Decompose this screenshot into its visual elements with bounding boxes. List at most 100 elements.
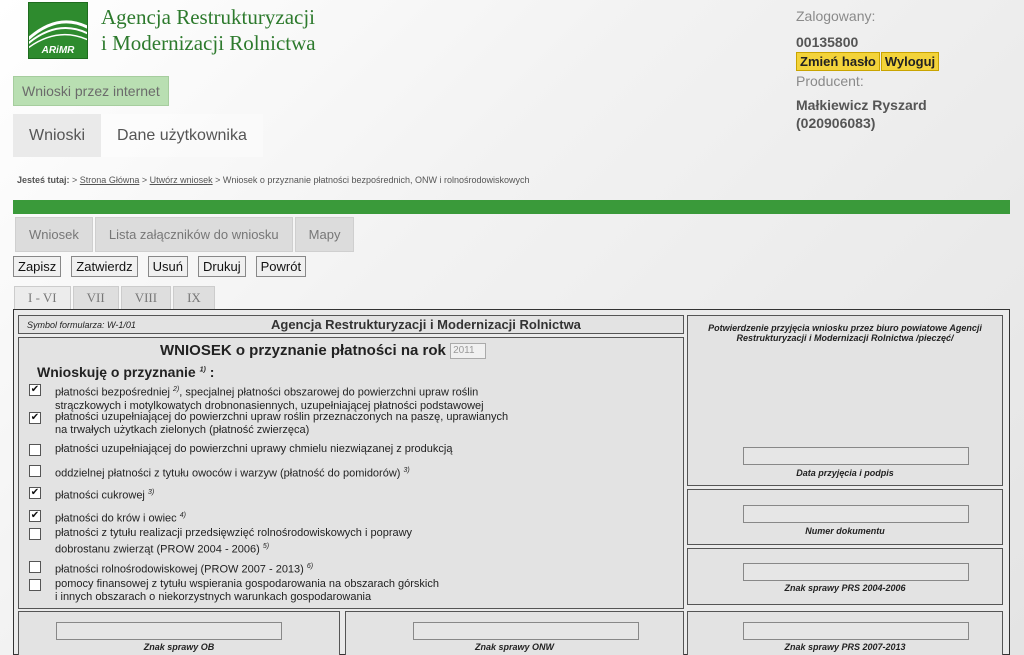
payment-option: ✔ płatności do krów i owiec 4) <box>29 509 186 526</box>
application-tabs: Wniosek Lista załączników do wniosku Map… <box>15 217 355 252</box>
date-signature-field[interactable] <box>743 447 969 465</box>
payment-option-label: pomocy finansowej z tytułu wspierania go… <box>55 578 439 604</box>
form-symbol: Symbol formularza: W-1/01 <box>27 320 136 330</box>
ob-field[interactable] <box>56 622 282 640</box>
payment-option-line2-text: i innych obszarach o niekorzystnych waru… <box>55 591 372 603</box>
producer-label: Producent: <box>796 73 864 89</box>
tab-wnioski[interactable]: Wnioski <box>13 114 102 157</box>
doc-number-field[interactable] <box>743 505 969 523</box>
payment-option: ✔ płatności uzupełniającej do powierzchni… <box>29 411 508 437</box>
green-divider <box>13 200 1010 214</box>
payment-option-checkbox[interactable] <box>29 579 41 591</box>
tab-application[interactable]: Wniosek <box>15 217 93 252</box>
tab-section-1-6[interactable]: I - VI <box>14 286 71 310</box>
payment-option-line2-text: strączkowych i motylkowatych drobnonasie… <box>55 399 484 412</box>
confirmation-panel: Potwierdzenie przyjęcia wniosku przez bi… <box>687 315 1003 486</box>
onw-panel: Znak sprawy ONW <box>345 611 684 655</box>
payment-option: płatności z tytułu realizacji przedsięwz… <box>29 527 412 557</box>
prs-2004-field[interactable] <box>743 563 969 581</box>
onw-field[interactable] <box>413 622 639 640</box>
payment-option-checkbox[interactable] <box>29 444 41 456</box>
payment-option-checkbox[interactable] <box>29 528 41 540</box>
form-subtitle: Wnioskuję o przyznanie 1) : <box>37 364 214 380</box>
producer-id: (020906083) <box>796 115 876 131</box>
payment-option-line1: płatności uzupełniającej do powierzchni … <box>55 443 452 456</box>
user-box: Zalogowany: 00135800 Zmień hasło Wyloguj … <box>796 8 1006 133</box>
payment-option-line1-text: oddzielnej płatności z tytułu owoców i w… <box>55 467 401 480</box>
arimr-logo: ARiMR <box>28 2 88 59</box>
onw-label: Znak sprawy ONW <box>474 642 555 652</box>
payment-option-line1-text: płatności rolnośrodowiskowej (PROW 2007 … <box>55 563 304 576</box>
change-password-button[interactable]: Zmień hasło <box>796 52 880 71</box>
back-button[interactable]: Powrót <box>255 256 307 277</box>
tab-maps[interactable]: Mapy <box>294 217 355 252</box>
payment-option-line2-text: dobrostanu zwierząt (PROW 2004 - 2006) <box>55 543 260 556</box>
payment-option: pomocy finansowej z tytułu wspierania go… <box>29 578 439 604</box>
payment-option-checkbox[interactable]: ✔ <box>29 487 41 499</box>
payment-option-line1-text: płatności uzupełniającej do powierzchni … <box>55 443 453 455</box>
delete-button[interactable]: Usuń <box>147 256 189 277</box>
confirmation-header: Potwierdzenie przyjęcia wniosku przez bi… <box>708 323 982 343</box>
payment-option-label: płatności do krów i owiec 4) <box>55 509 186 526</box>
main-nav: Wnioski Dane użytkownika <box>13 114 263 157</box>
ob-panel: Znak sprawy OB <box>18 611 340 655</box>
prs-2004-label: Znak sprawy PRS 2004-2006 <box>784 583 906 593</box>
payment-option-checkbox[interactable]: ✔ <box>29 510 41 522</box>
section-tabs: I - VI VII VIII IX <box>14 286 215 310</box>
payment-option-line1: płatności uzupełniającej do powierzchni … <box>55 411 508 424</box>
form-title: WNIOSEK o przyznanie płatności na rok 20… <box>160 342 487 360</box>
payment-option-line2-text: na trwałych użytkach zielonych (płatność… <box>55 424 310 436</box>
payment-option-line1: oddzielnej płatności z tytułu owoców i w… <box>55 464 410 481</box>
payment-option-checkbox[interactable] <box>29 561 41 573</box>
breadcrumb-home-link[interactable]: Strona Główna <box>80 175 140 185</box>
agency-name-line2: i Modernizacji Rolnictwa <box>101 31 316 55</box>
payment-option: płatności uzupełniającej do powierzchni … <box>29 443 452 456</box>
payment-option-label: płatności rolnośrodowiskowej (PROW 2007 … <box>55 560 313 577</box>
logo-graphic <box>29 20 87 48</box>
agency-name: Agencja Restrukturyzacji i Modernizacji … <box>101 4 316 56</box>
payment-option-line1: pomocy finansowej z tytułu wspierania go… <box>55 578 439 591</box>
tab-attachments[interactable]: Lista załączników do wniosku <box>94 217 293 252</box>
payment-option-checkbox[interactable]: ✔ <box>29 412 41 424</box>
form-subtitle-colon: : <box>209 364 215 380</box>
application-form: Symbol formularza: W-1/01 Agencja Restru… <box>13 309 1010 655</box>
online-applications-label: Wnioski przez internet <box>13 76 169 106</box>
logout-button[interactable]: Wyloguj <box>880 52 940 71</box>
payment-option-checkbox[interactable] <box>29 465 41 477</box>
tab-section-7[interactable]: VII <box>72 286 119 310</box>
payment-option: płatności rolnośrodowiskowej (PROW 2007 … <box>29 560 313 577</box>
ob-label: Znak sprawy OB <box>143 642 215 652</box>
payment-option-line1: płatności rolnośrodowiskowej (PROW 2007 … <box>55 560 313 577</box>
user-login: 00135800 <box>796 34 859 50</box>
print-button[interactable]: Drukuj <box>198 256 246 277</box>
tab-section-8[interactable]: VIII <box>120 286 172 310</box>
user-buttons: Zmień hasło Wyloguj <box>796 52 1006 72</box>
agency-name-line1: Agencja Restrukturyzacji <box>101 5 315 29</box>
payment-option-checkbox[interactable]: ✔ <box>29 384 41 396</box>
prs-2007-panel: Znak sprawy PRS 2007-2013 <box>687 611 1003 655</box>
payment-option-line2: dobrostanu zwierząt (PROW 2004 - 2006) 5… <box>55 540 412 557</box>
breadcrumb-create-link[interactable]: Utwórz wniosek <box>150 175 213 185</box>
payment-option-line1: płatności z tytułu realizacji przedsięwz… <box>55 527 412 540</box>
date-signature-label: Data przyjęcia i podpis <box>796 468 894 478</box>
payment-option-footnote: 6) <box>306 563 314 570</box>
approve-button[interactable]: Zatwierdz <box>71 256 138 277</box>
prs-2007-field[interactable] <box>743 622 969 640</box>
form-header-panel: Symbol formularza: W-1/01 Agencja Restru… <box>18 315 684 334</box>
breadcrumb-current: Wniosek o przyznanie płatności bezpośred… <box>222 175 530 185</box>
payment-option-label: płatności bezpośredniej 2), specjalnej p… <box>55 383 484 413</box>
year-field[interactable]: 2011 <box>450 343 487 360</box>
payment-option-label: płatności z tytułu realizacji przedsięwz… <box>55 527 412 557</box>
payment-option-line1-text: płatności uzupełniającej do powierzchni … <box>55 411 509 423</box>
prs-2004-panel: Znak sprawy PRS 2004-2006 <box>687 548 1003 605</box>
doc-number-panel: Numer dokumentu <box>687 489 1003 545</box>
payment-option-footnote: 4) <box>179 512 186 519</box>
payment-option-line1: płatności bezpośredniej 2), specjalnej p… <box>55 383 484 400</box>
payment-option: ✔ płatności bezpośredniej 2), specjalnej … <box>29 383 484 413</box>
payment-option-line2: na trwałych użytkach zielonych (płatność… <box>55 424 508 437</box>
save-button[interactable]: Zapisz <box>13 256 62 277</box>
payment-option-label: płatności cukrowej 3) <box>55 486 154 503</box>
tab-user-data[interactable]: Dane użytkownika <box>101 114 263 157</box>
tab-section-9[interactable]: IX <box>173 286 215 310</box>
form-subtitle-footnote: 1) <box>199 366 206 374</box>
